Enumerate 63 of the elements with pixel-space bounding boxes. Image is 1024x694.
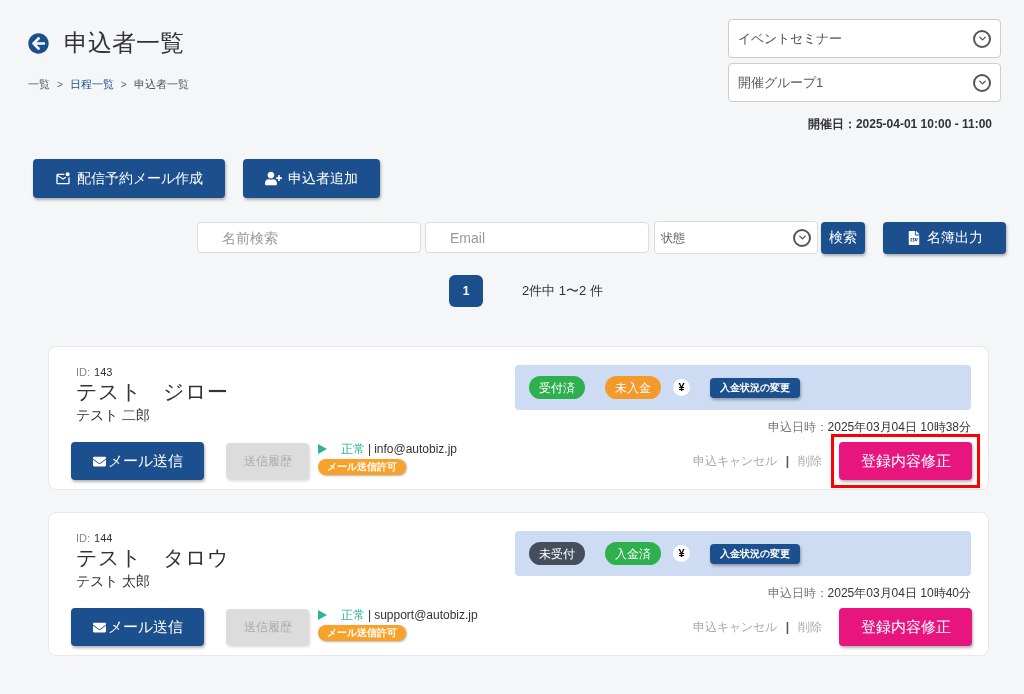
page-button[interactable]: 1: [449, 275, 483, 307]
mail-permission-badge: メール送信許可: [318, 458, 406, 475]
breadcrumb-item: 申込者一覧: [133, 77, 189, 92]
separator: |: [785, 453, 789, 470]
breadcrumb-separator: >: [120, 77, 127, 92]
mail-permission-badge: メール送信許可: [318, 624, 406, 641]
envelope-icon: [55, 170, 71, 187]
applicant-name: テスト 太郎: [76, 572, 151, 591]
page-title: 申込者一覧: [64, 28, 184, 58]
payment-status-button[interactable]: 入金状況の変更: [710, 377, 800, 398]
date-label: 申込日時：: [767, 419, 828, 436]
status-badge: 未入金: [605, 376, 661, 399]
send-mail-button[interactable]: メール送信: [71, 608, 204, 646]
payment-status-button[interactable]: 入金状況の変更: [710, 543, 800, 564]
email-field[interactable]: Email: [425, 222, 649, 253]
envelope-icon: [92, 454, 106, 468]
name-search-field[interactable]: 名前検索: [197, 222, 421, 253]
action-button[interactable]: 配信予約メール作成: [33, 159, 225, 198]
email-address: info@autobiz.jp: [374, 440, 458, 458]
applicant-kana-name: テスト タロウ: [76, 545, 229, 571]
id-value: 143: [94, 365, 113, 379]
id-label: ID:: [76, 365, 91, 379]
date-label: 申込日時：: [767, 585, 828, 602]
edit-registration-button[interactable]: 登録内容修正: [839, 442, 972, 480]
status-badge: 受付済: [529, 376, 585, 399]
chevron-down-icon: [973, 29, 991, 48]
select-field[interactable]: イベントセミナー: [728, 19, 1001, 58]
user-plus-icon: [265, 170, 282, 187]
event-date: 開催日：2025-04-01 10:00 - 11:00: [807, 116, 992, 133]
yen-icon: ¥: [673, 379, 690, 396]
separator: |: [368, 440, 372, 458]
yen-icon: ¥: [673, 545, 690, 562]
status-badge: 未受付: [529, 542, 585, 565]
applicant-kana-name: テスト ジロー: [76, 379, 228, 405]
mail-status: 正常: [341, 440, 365, 458]
play-icon: [318, 609, 327, 620]
back-icon[interactable]: [28, 32, 49, 54]
edit-registration-button[interactable]: 登録内容修正: [839, 608, 972, 646]
search-button[interactable]: 検索: [821, 221, 865, 254]
id-value: 144: [94, 531, 113, 545]
applicant-name: テスト 二郎: [76, 406, 151, 425]
status-select[interactable]: 状態: [654, 221, 818, 254]
chevron-down-icon: [973, 73, 991, 92]
id-label: ID:: [76, 531, 91, 545]
application-date: 2025年03月04日 10時40分: [827, 585, 971, 602]
envelope-icon: [92, 620, 106, 634]
separator: |: [785, 619, 789, 636]
status-badge: 入金済: [605, 542, 661, 565]
email-address: support@autobiz.jp: [374, 606, 478, 624]
export-button[interactable]: 名簿出力: [883, 221, 1006, 254]
breadcrumb-item: 一覧: [28, 77, 50, 92]
application-date: 2025年03月04日 10時38分: [827, 419, 971, 436]
chevron-down-icon: [793, 228, 811, 247]
separator: |: [368, 606, 372, 624]
play-icon: [318, 443, 327, 454]
breadcrumb-link[interactable]: 日程一覧: [69, 76, 114, 93]
select-field[interactable]: 開催グループ1: [728, 63, 1001, 102]
result-summary: 2件中 1〜2 件: [522, 282, 603, 301]
csv-file-icon: [906, 230, 921, 245]
action-button[interactable]: 申込者追加: [243, 159, 380, 198]
breadcrumb-separator: >: [57, 77, 63, 92]
mail-status: 正常: [341, 606, 365, 624]
send-mail-button[interactable]: メール送信: [71, 442, 204, 480]
